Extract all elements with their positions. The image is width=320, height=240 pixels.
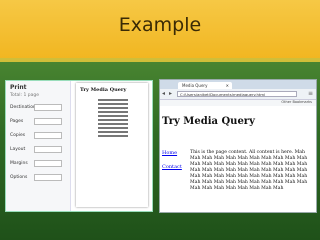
title-band <box>0 58 320 62</box>
print-row-pages: Pages <box>10 119 24 124</box>
layout-control[interactable] <box>34 146 62 153</box>
page-body-text: This is the page content. All content is… <box>190 150 308 191</box>
page-heading: Try Media Query <box>162 116 255 127</box>
tab-strip: Media Query ✕ <box>160 80 316 89</box>
print-total: Total: 1 page <box>10 93 39 98</box>
browser-tab-label: Media Query <box>182 83 208 88</box>
print-row-copies: Copies <box>10 133 26 138</box>
print-page-preview: Try Media Query <box>76 83 148 207</box>
print-preview-window: Print Total: 1 page Destination Pages Co… <box>5 80 153 212</box>
slide-title-bar: Example <box>0 0 320 62</box>
forward-icon[interactable]: ▸ <box>169 90 172 97</box>
pages-control[interactable] <box>34 118 62 125</box>
print-row-margins: Margins <box>10 161 28 166</box>
browser-toolbar: ◂ ▸ C:/Users/aniket/Documents/mediaquery… <box>160 89 316 100</box>
print-row-layout: Layout <box>10 147 26 152</box>
print-settings-panel: Print Total: 1 page Destination Pages Co… <box>6 81 71 211</box>
print-row-destination: Destination <box>10 105 36 110</box>
print-page-heading: Try Media Query <box>80 87 127 93</box>
print-page-text <box>98 99 128 139</box>
options-control[interactable] <box>34 174 62 181</box>
page-content: Try Media Query Home Contact This is the… <box>160 106 316 212</box>
menu-icon[interactable]: ≡ <box>308 90 313 97</box>
home-link[interactable]: Home <box>162 150 182 156</box>
browser-window: Media Query ✕ ◂ ▸ C:/Users/aniket/Docume… <box>159 79 317 213</box>
page-nav: Home Contact <box>162 150 182 178</box>
copies-control[interactable] <box>34 132 62 139</box>
print-title: Print <box>10 84 27 91</box>
close-icon[interactable]: ✕ <box>226 82 229 89</box>
other-bookmarks[interactable]: Other Bookmarks <box>281 100 312 104</box>
slide-title: Example <box>118 14 202 36</box>
print-row-options: Options <box>10 175 28 180</box>
address-bar[interactable]: C:/Users/aniket/Documents/mediaquery.htm… <box>177 91 297 97</box>
back-icon[interactable]: ◂ <box>162 90 165 97</box>
destination-control[interactable] <box>34 104 62 111</box>
margins-control[interactable] <box>34 160 62 167</box>
browser-tab[interactable]: Media Query ✕ <box>178 82 232 89</box>
contact-link[interactable]: Contact <box>162 164 182 170</box>
